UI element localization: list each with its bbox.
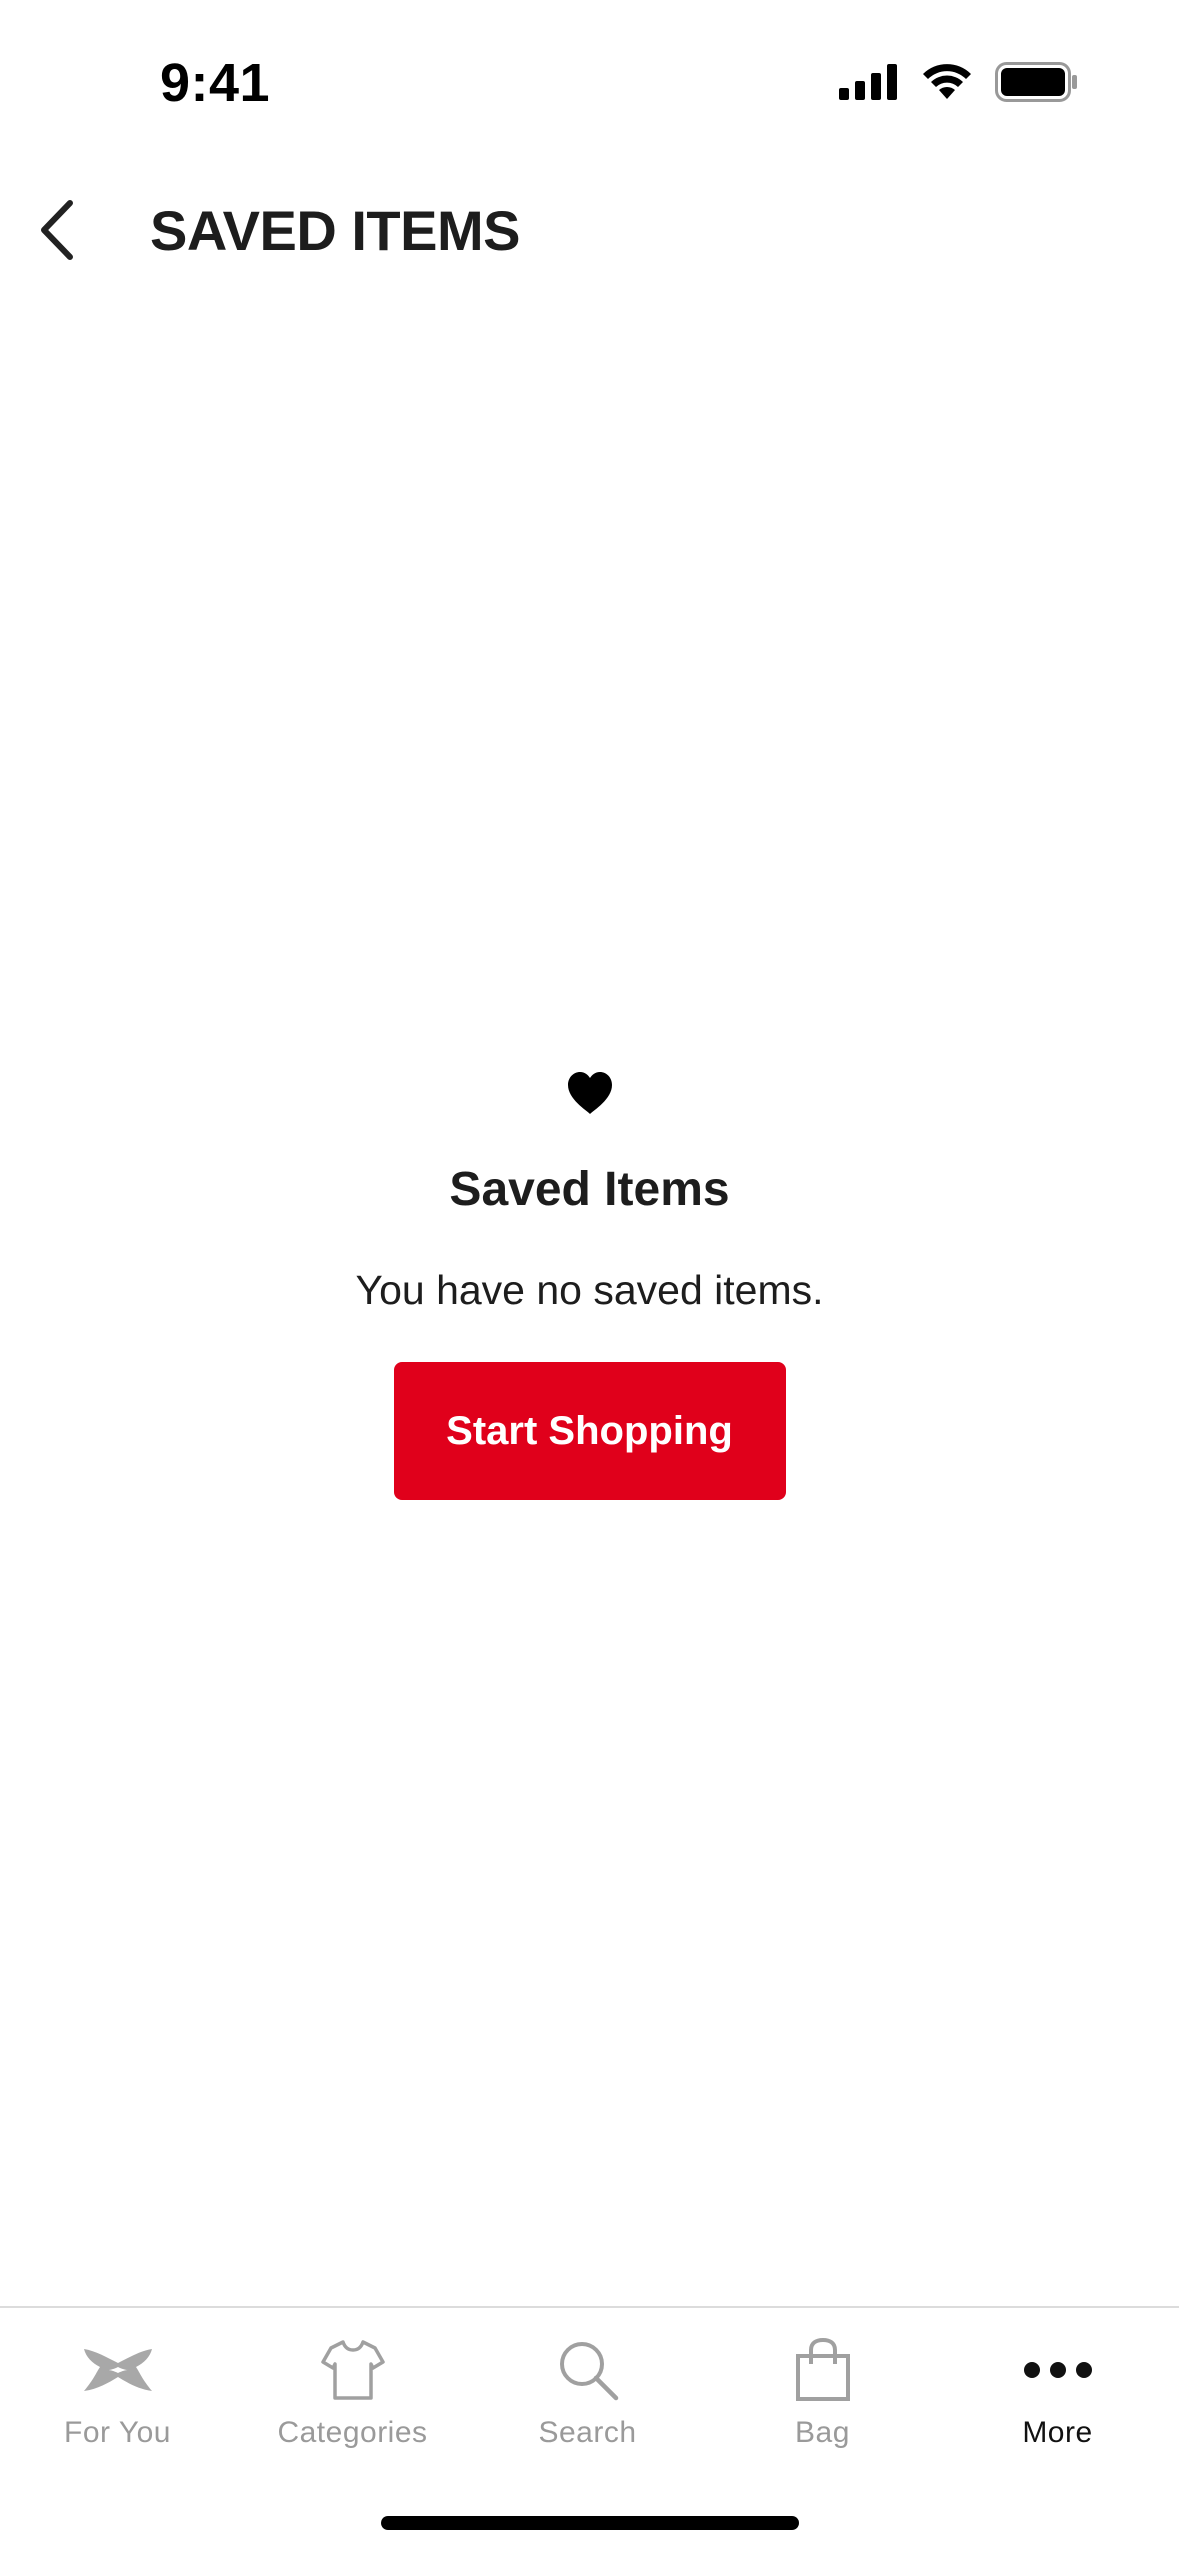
page-title: SAVED ITEMS bbox=[150, 199, 520, 262]
tab-bag[interactable]: Bag bbox=[705, 2308, 940, 2478]
back-button[interactable] bbox=[18, 192, 94, 268]
tab-for-you[interactable]: For You bbox=[0, 2308, 235, 2478]
tab-label: Bag bbox=[795, 2416, 850, 2449]
cellular-signal-icon bbox=[839, 64, 897, 100]
search-icon bbox=[559, 2342, 618, 2401]
home-indicator[interactable] bbox=[381, 2516, 799, 2530]
battery-icon bbox=[995, 62, 1077, 102]
tab-more[interactable]: More bbox=[940, 2308, 1175, 2478]
status-bar: 9:41 bbox=[0, 0, 1179, 150]
tab-label: For You bbox=[64, 2416, 171, 2449]
bag-icon bbox=[795, 2338, 850, 2401]
empty-state: Saved Items You have no saved items. Sta… bbox=[0, 1070, 1179, 1500]
shirt-icon bbox=[320, 2340, 385, 2400]
tab-label: More bbox=[1022, 2416, 1093, 2449]
status-time: 9:41 bbox=[160, 53, 271, 113]
status-icons bbox=[839, 62, 1079, 102]
tab-label: Search bbox=[538, 2416, 637, 2449]
brand-logo-icon bbox=[83, 2349, 152, 2391]
heart-icon bbox=[567, 1072, 612, 1114]
tab-search[interactable]: Search bbox=[470, 2308, 705, 2478]
empty-state-title: Saved Items bbox=[449, 1163, 730, 1216]
tab-label: Categories bbox=[277, 2416, 428, 2449]
wifi-icon bbox=[923, 64, 971, 99]
empty-state-message: You have no saved items. bbox=[355, 1267, 824, 1313]
header: SAVED ITEMS bbox=[0, 170, 1179, 290]
more-dots-icon bbox=[1023, 2362, 1092, 2378]
start-shopping-button[interactable]: Start Shopping bbox=[393, 1362, 786, 1500]
chevron-left-icon bbox=[41, 200, 73, 260]
tab-categories[interactable]: Categories bbox=[235, 2308, 470, 2478]
